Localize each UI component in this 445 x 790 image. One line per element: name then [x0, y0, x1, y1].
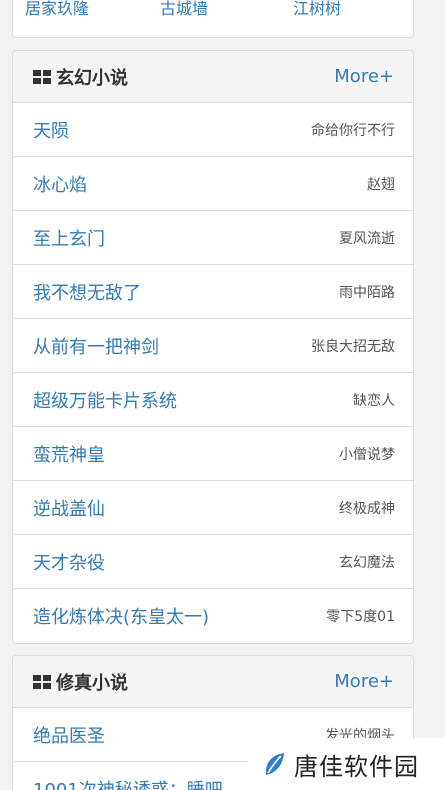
book-author: 终极成神: [339, 500, 395, 517]
book-author: 小僧说梦: [339, 446, 395, 463]
book-author: 零下5度01: [326, 609, 395, 625]
section-header: 玄幻小说 More+: [13, 51, 413, 103]
list-item: 超级万能卡片系统 缺恋人: [13, 373, 413, 427]
section-title: 玄幻小说: [33, 64, 128, 90]
section-header: 修真小说 More+: [13, 656, 413, 708]
top-links: 居家玖隆 古城墙 江树树: [25, 0, 341, 20]
book-author: 张良大招无敌: [311, 338, 395, 355]
top-link-3[interactable]: 江树树: [293, 0, 341, 20]
top-link-2[interactable]: 古城墙: [160, 0, 293, 20]
book-title-link[interactable]: 超级万能卡片系统: [33, 387, 177, 413]
book-author: 命给你行不行: [311, 122, 395, 139]
list-item: 从前有一把神剑 张良大招无敌: [13, 319, 413, 373]
book-author: 赵翅: [367, 176, 395, 193]
book-title-link[interactable]: 天才杂役: [33, 549, 105, 575]
book-author: 缺恋人: [353, 392, 395, 409]
section-title-text: 修真小说: [56, 672, 128, 694]
book-title-link[interactable]: 1001次神秘诱惑：睡吧: [33, 776, 223, 790]
book-title-link[interactable]: 造化炼体决(东皇太一): [33, 603, 209, 629]
section-title: 修真小说: [33, 669, 128, 695]
top-link-1[interactable]: 居家玖隆: [25, 0, 160, 20]
list-item: 蛮荒神皇 小僧说梦: [13, 427, 413, 481]
list-item: 天陨 命给你行不行: [13, 103, 413, 157]
book-title-link[interactable]: 蛮荒神皇: [33, 441, 105, 467]
grid-icon: [33, 69, 51, 84]
list-item: 天才杂役 玄幻魔法: [13, 535, 413, 589]
watermark-text: 唐佳软件园: [294, 752, 419, 781]
book-author: 玄幻魔法: [339, 554, 395, 571]
list-item: 逆战盖仙 终极成神: [13, 481, 413, 535]
more-link[interactable]: More+: [334, 66, 394, 87]
leaf-logo-icon: [265, 753, 284, 775]
book-title-link[interactable]: 我不想无敌了: [33, 279, 141, 305]
book-title-link[interactable]: 至上玄门: [33, 225, 105, 251]
list-item: 造化炼体决(东皇太一) 零下5度01: [13, 589, 413, 643]
more-link[interactable]: More+: [334, 671, 394, 692]
page: 居家玖隆 古城墙 江树树 玄幻小说 More+ 天陨 命给你行不行 冰心焰 赵翅…: [0, 0, 445, 790]
book-title-link[interactable]: 绝品医圣: [33, 722, 105, 748]
book-title-link[interactable]: 逆战盖仙: [33, 495, 105, 521]
book-title-link[interactable]: 天陨: [33, 117, 69, 143]
watermark: 唐佳软件园: [248, 738, 445, 790]
list-item: 我不想无敌了 雨中陌路: [13, 265, 413, 319]
section-xuanhuan: 玄幻小说 More+ 天陨 命给你行不行 冰心焰 赵翅 至上玄门 夏风流逝 我不…: [12, 50, 414, 644]
book-author: 夏风流逝: [339, 230, 395, 247]
top-links-card: 居家玖隆 古城墙 江树树: [12, 0, 414, 38]
grid-icon: [33, 674, 51, 689]
book-title-link[interactable]: 冰心焰: [33, 171, 87, 197]
list-item: 至上玄门 夏风流逝: [13, 211, 413, 265]
book-title-link[interactable]: 从前有一把神剑: [33, 333, 159, 359]
book-author: 雨中陌路: [339, 284, 395, 301]
section-title-text: 玄幻小说: [56, 67, 128, 89]
list-item: 冰心焰 赵翅: [13, 157, 413, 211]
